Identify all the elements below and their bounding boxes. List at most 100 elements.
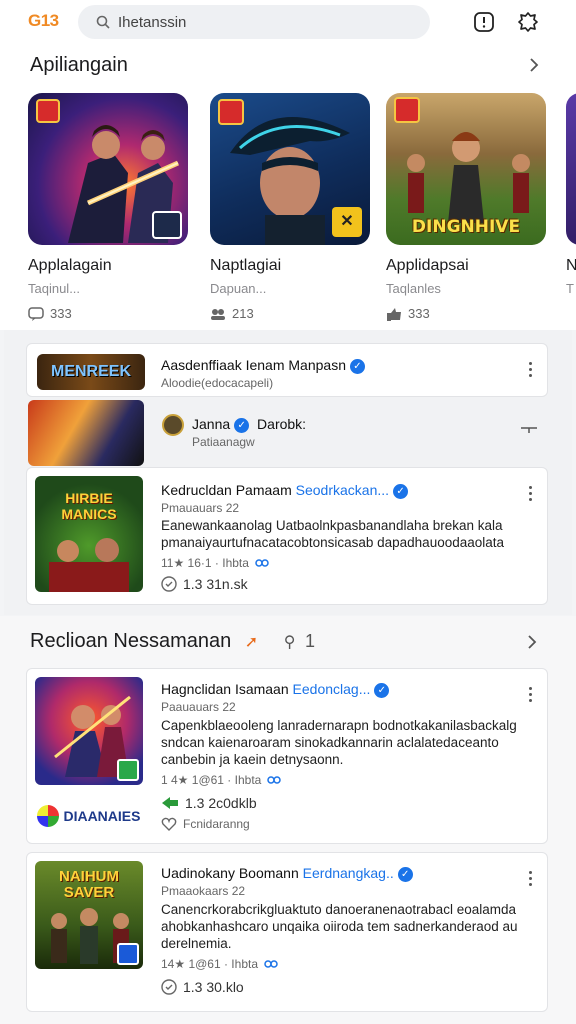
settings-icon[interactable] bbox=[516, 10, 540, 34]
app-list: MENREEK Aasdenffiaak Ienam Manpasn ✓ Aloo… bbox=[4, 330, 572, 615]
app-artwork: DINGNHIVE bbox=[386, 93, 546, 245]
search-bar[interactable]: Ihetanssin bbox=[78, 5, 430, 39]
verified-icon: ✓ bbox=[397, 866, 413, 882]
title-text: Aasdenffiaak Ienam Manpasn bbox=[161, 357, 346, 373]
app-artwork: ✕ bbox=[210, 93, 370, 245]
rating-row: 14★ 1@61 · Ihbta bbox=[161, 957, 278, 971]
title-text: Janna bbox=[192, 416, 231, 432]
publisher-link[interactable]: Eerdnangkag.. bbox=[303, 865, 394, 881]
publisher-link[interactable]: Seodrkackan... bbox=[296, 482, 389, 498]
section-title: Reclioan Nessamanan ➚ ⚲ 1 bbox=[30, 630, 315, 653]
title-text: Kedrucldan Pamaam bbox=[161, 482, 292, 498]
list-item-description: Canencrkorabcrikgluaktuto danoeranenaotr… bbox=[161, 902, 518, 951]
heart-icon[interactable] bbox=[161, 576, 177, 592]
collapse-icon[interactable] bbox=[520, 426, 538, 434]
list-item-title: Janna ✓ Darobk: bbox=[192, 416, 306, 433]
app-count: 333 bbox=[408, 306, 430, 321]
app-meta: 333 bbox=[28, 306, 188, 321]
list-item[interactable]: Janna ✓ Darobk: Patiaanagw bbox=[26, 400, 548, 466]
thumbnail-title: HIRBIE MANICS bbox=[61, 490, 117, 522]
app-name: N bbox=[566, 257, 576, 274]
stat-text: 1.3 2c0dklb bbox=[185, 795, 257, 811]
search-text: Ihetanssin bbox=[118, 13, 187, 31]
list-thumbnail: MENREEK bbox=[37, 354, 145, 390]
stat-row: 1.3 31n.sk bbox=[161, 576, 248, 592]
corner-badge-icon bbox=[117, 759, 139, 781]
recommended-section: Reclioan Nessamanan ➚ ⚲ 1 DIAANAIES Hagn… bbox=[0, 616, 576, 1024]
thumbnail-title: MENREEK bbox=[50, 363, 131, 380]
corner-badge-icon bbox=[117, 943, 139, 965]
app-card[interactable]: Applalagain Taqinul... 333 bbox=[28, 93, 188, 321]
play-icon[interactable] bbox=[161, 796, 179, 810]
more-options-icon[interactable] bbox=[529, 362, 533, 380]
corner-badge-icon bbox=[152, 211, 182, 239]
extra-logo-text: DIAANAIES bbox=[63, 808, 141, 824]
app-name: Applidapsai bbox=[386, 257, 469, 274]
title-text: Hagnclidan Isamaan bbox=[161, 681, 289, 697]
rating-row: 11★ 16·1 · Ihbta bbox=[161, 556, 269, 570]
game-badge-icon bbox=[218, 99, 244, 125]
app-card[interactable]: DINGNHIVE Applidapsai Taqlanles 333 bbox=[386, 93, 546, 321]
list-item[interactable]: NAIHUM SAVER Uadinokany Boomann Eerdnang… bbox=[26, 852, 548, 1012]
comment-icon bbox=[28, 306, 44, 321]
game-logo-text: DINGNHIVE bbox=[411, 217, 521, 237]
section-title: Apiliangain bbox=[30, 54, 128, 76]
more-options-icon[interactable] bbox=[529, 486, 533, 504]
title-secondary: Darobk: bbox=[257, 416, 307, 432]
list-thumbnail bbox=[28, 400, 144, 466]
app-subtitle: Dapuan... bbox=[210, 281, 267, 296]
list-item-subtitle: Aloodie(edocacapeli) bbox=[161, 376, 274, 390]
list-item-subtitle: Paauauars 22 bbox=[161, 700, 236, 714]
stat-text: 1.3 30.klo bbox=[183, 979, 244, 995]
flame-icon: ➚ bbox=[244, 634, 259, 651]
title-text: Uadinokany Boomann bbox=[161, 865, 299, 881]
list-thumbnail: NAIHUM SAVER bbox=[35, 861, 143, 969]
more-options-icon[interactable] bbox=[529, 687, 533, 705]
alert-icon[interactable] bbox=[472, 10, 496, 34]
app-logo[interactable]: G13 bbox=[28, 11, 59, 31]
list-item-description: Capenkblaeooleng lanradernarapn bodnotka… bbox=[161, 718, 517, 767]
list-item-title: Kedrucldan Pamaam Seodrkackan... ✓ bbox=[161, 482, 409, 499]
app-meta: 333 bbox=[386, 306, 546, 321]
app-meta: 213 bbox=[210, 306, 370, 321]
app-card[interactable]: ✕ Naptlagiai Dapuan... 213 bbox=[210, 93, 370, 321]
stat-row-secondary: Fcnidaranng bbox=[161, 817, 250, 831]
app-subtitle: Taqlanles bbox=[386, 281, 441, 296]
list-item-title: Aasdenffiaak Ienam Manpasn ✓ bbox=[161, 357, 365, 374]
app-subtitle: Taqinul... bbox=[28, 281, 81, 296]
list-item-description: Eanewankaanolag Uatbaolnkpasbanandlaha b… bbox=[161, 518, 505, 550]
verified-icon: ✓ bbox=[234, 417, 250, 433]
section-title-text: Reclioan Nessamanan bbox=[30, 630, 232, 652]
list-item-subtitle: Pmaaokaars 22 bbox=[161, 884, 246, 898]
publisher-link[interactable]: Eedonclag... bbox=[293, 681, 371, 697]
search-icon bbox=[96, 15, 110, 29]
users-icon bbox=[211, 308, 225, 320]
list-item[interactable]: MENREEK Aasdenffiaak Ienam Manpasn ✓ Aloo… bbox=[26, 343, 548, 397]
list-item-subtitle: Pmauauars 22 bbox=[161, 501, 240, 515]
link-icon bbox=[255, 559, 269, 567]
link-icon bbox=[264, 960, 278, 968]
app-count: 213 bbox=[232, 306, 254, 321]
list-item[interactable]: HIRBIE MANICS Kedrucldan Pamaam Seodrkac… bbox=[26, 467, 548, 605]
rating-text: 1 4★ 1@61 · Ihbta bbox=[161, 773, 262, 787]
shield-icon bbox=[162, 414, 184, 436]
stat-text: 1.3 31n.sk bbox=[183, 576, 248, 592]
app-name: Naptlagiai bbox=[210, 257, 282, 274]
list-thumbnail: HIRBIE MANICS bbox=[35, 476, 143, 592]
list-thumbnail bbox=[35, 677, 143, 785]
app-card[interactable]: N T bbox=[566, 93, 576, 296]
character-art bbox=[57, 540, 79, 562]
heart-icon[interactable] bbox=[161, 979, 177, 995]
rating-text: 11★ 16·1 · Ihbta bbox=[161, 556, 249, 570]
pin-icon: ⚲ bbox=[283, 634, 296, 651]
more-options-icon[interactable] bbox=[529, 871, 533, 889]
app-count: 333 bbox=[50, 306, 72, 321]
extra-logo: DIAANAIES bbox=[37, 805, 141, 831]
rating-text: 14★ 1@61 · Ihbta bbox=[161, 957, 258, 971]
app-artwork bbox=[28, 93, 188, 245]
list-item[interactable]: DIAANAIES Hagnclidan Isamaan Eedonclag..… bbox=[26, 668, 548, 844]
rating-row: 1 4★ 1@61 · Ihbta bbox=[161, 773, 282, 787]
chevron-right-icon[interactable] bbox=[526, 57, 542, 73]
heart-icon[interactable] bbox=[161, 817, 177, 831]
chevron-right-icon[interactable] bbox=[524, 634, 540, 650]
